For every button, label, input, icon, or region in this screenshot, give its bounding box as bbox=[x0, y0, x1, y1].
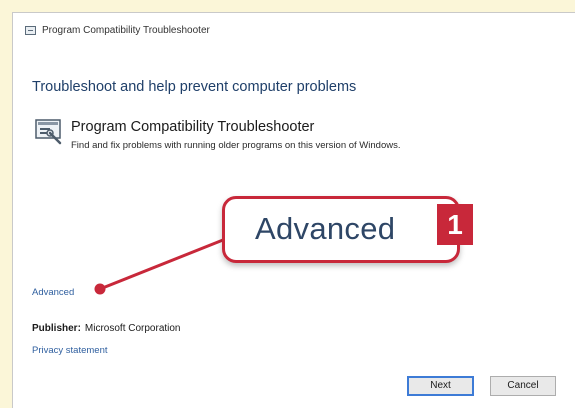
step-badge: 1 bbox=[437, 204, 473, 245]
callout-box: Advanced bbox=[222, 196, 460, 263]
advanced-link[interactable]: Advanced bbox=[32, 287, 74, 298]
screenshot-stage: Program Compatibility Troubleshooter Tro… bbox=[0, 0, 575, 408]
cancel-button[interactable]: Cancel bbox=[490, 376, 556, 396]
page-heading: Troubleshoot and help prevent computer p… bbox=[32, 79, 357, 95]
troubleshooter-icon bbox=[35, 119, 62, 145]
window-title: Program Compatibility Troubleshooter bbox=[42, 25, 210, 36]
publisher-row: Publisher: Microsoft Corporation bbox=[32, 323, 181, 334]
troubleshooter-item-title[interactable]: Program Compatibility Troubleshooter bbox=[71, 119, 314, 135]
callout-text: Advanced bbox=[255, 211, 396, 246]
publisher-label: Publisher: bbox=[32, 323, 81, 334]
troubleshooter-item-description: Find and fix problems with running older… bbox=[71, 140, 401, 151]
title-bar: Program Compatibility Troubleshooter bbox=[13, 13, 575, 49]
publisher-value: Microsoft Corporation bbox=[84, 323, 181, 334]
app-icon bbox=[25, 26, 36, 35]
next-button[interactable]: Next bbox=[407, 376, 474, 396]
privacy-statement-link[interactable]: Privacy statement bbox=[32, 345, 108, 356]
